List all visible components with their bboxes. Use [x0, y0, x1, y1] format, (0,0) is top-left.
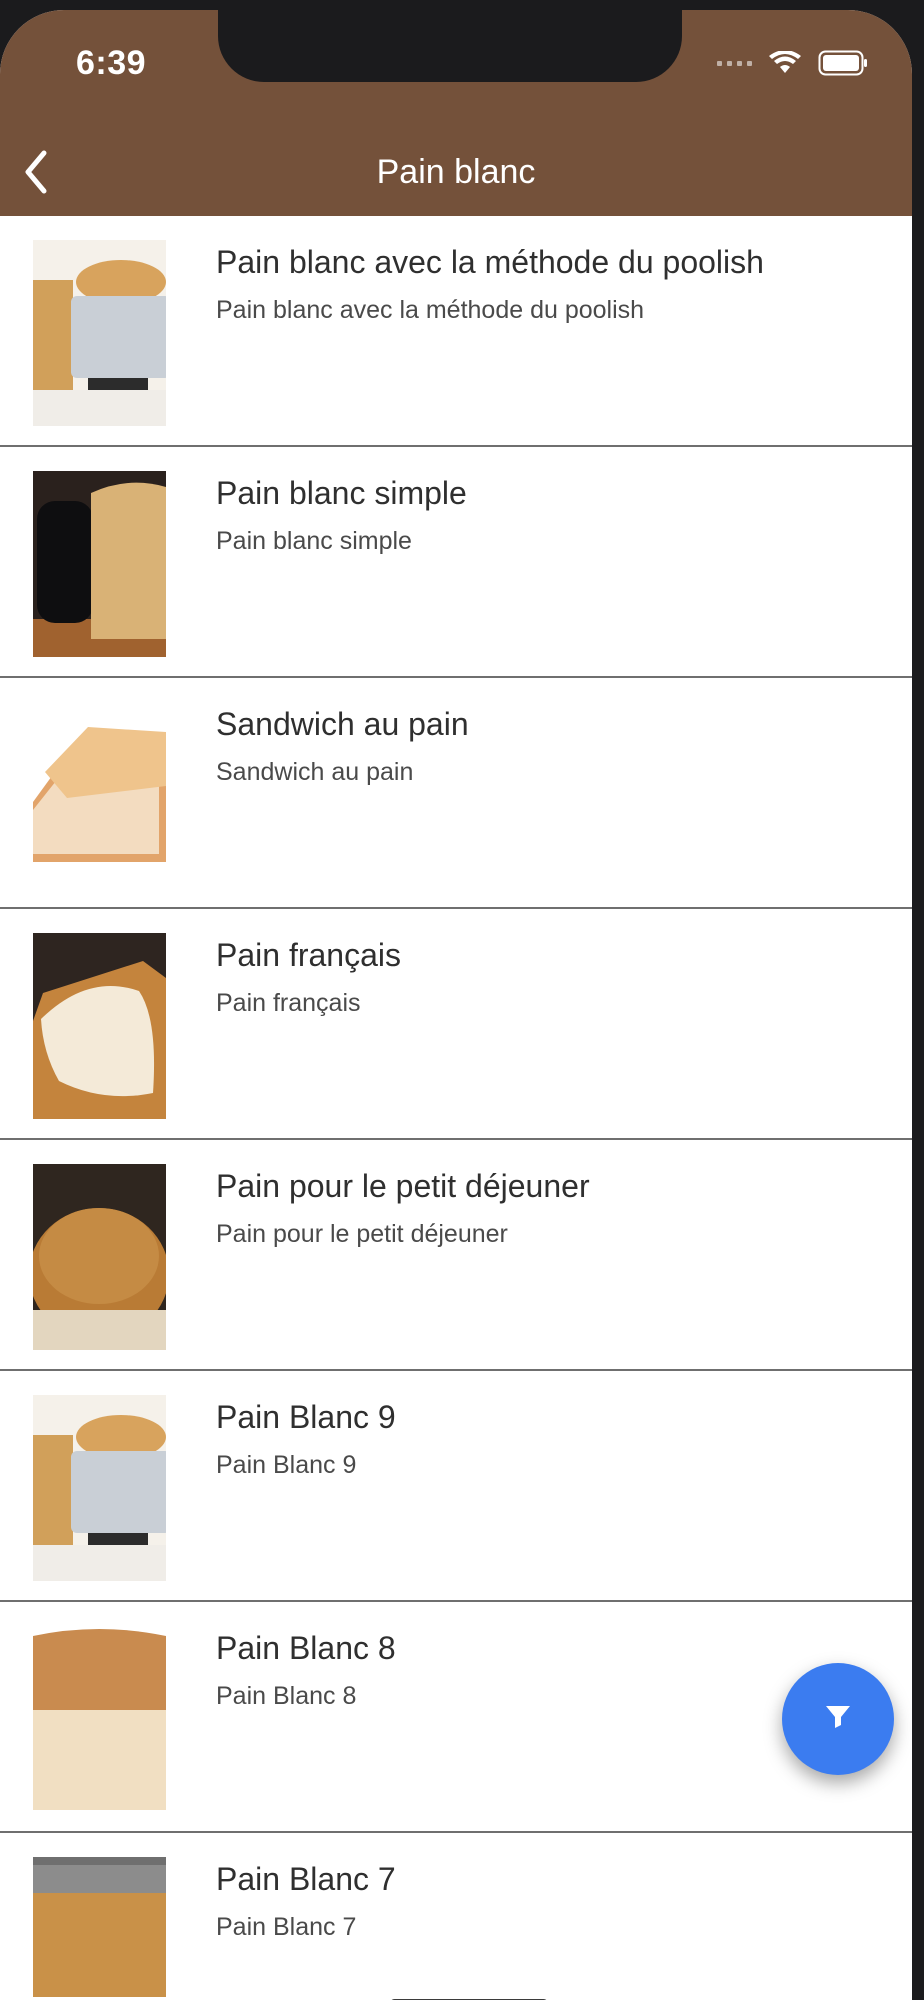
list-item-subtitle: Sandwich au pain: [216, 758, 414, 786]
recipe-thumbnail: [33, 1164, 166, 1350]
app-header: 6:39 Pain blanc: [0, 10, 912, 216]
page-title: Pain blanc: [376, 153, 536, 191]
list-item-subtitle: Pain français: [216, 989, 361, 1017]
status-time: 6:39: [76, 44, 147, 82]
battery-icon: [818, 50, 868, 76]
list-item[interactable]: Pain pour le petit déjeuner Pain pour le…: [0, 1140, 912, 1371]
list-item[interactable]: Pain blanc avec la méthode du poolish Pa…: [0, 216, 912, 447]
list-item-title: Pain Blanc 8: [216, 1630, 396, 1666]
cellular-signal-icon: [717, 60, 752, 66]
list-item-subtitle: Pain Blanc 8: [216, 1682, 357, 1710]
list-item[interactable]: Pain français Pain français: [0, 909, 912, 1140]
status-icons: [717, 50, 868, 76]
list-item-subtitle: Pain Blanc 9: [216, 1451, 357, 1479]
recipe-list: Pain blanc avec la méthode du poolish Pa…: [0, 216, 912, 2000]
list-item-title: Pain Blanc 7: [216, 1861, 396, 1897]
filter-icon: [824, 1703, 852, 1736]
list-item-title: Sandwich au pain: [216, 706, 469, 742]
recipe-thumbnail: [33, 471, 166, 657]
filter-button[interactable]: [782, 1663, 894, 1775]
list-item-title: Pain blanc simple: [216, 475, 467, 511]
list-item-title: Pain blanc avec la méthode du poolish: [216, 244, 764, 280]
recipe-thumbnail: [33, 240, 166, 426]
list-item[interactable]: Pain Blanc 7 Pain Blanc 7: [0, 1833, 912, 2000]
recipe-thumbnail: [33, 933, 166, 1119]
list-item-subtitle: Pain Blanc 7: [216, 1913, 357, 1941]
recipe-thumbnail: [33, 1857, 166, 1997]
list-item[interactable]: Sandwich au pain Sandwich au pain: [0, 678, 912, 909]
screen: 6:39 Pain blanc Pain blanc avec la métho…: [0, 10, 912, 2000]
list-item-subtitle: Pain blanc simple: [216, 527, 412, 555]
recipe-thumbnail: [33, 1395, 166, 1581]
list-item-title: Pain français: [216, 937, 401, 973]
list-item-title: Pain Blanc 9: [216, 1399, 396, 1435]
device-notch: [218, 10, 682, 82]
list-item-title: Pain pour le petit déjeuner: [216, 1168, 590, 1204]
list-item[interactable]: Pain Blanc 8 Pain Blanc 8: [0, 1602, 912, 1833]
recipe-thumbnail: [33, 702, 166, 888]
wifi-icon: [768, 51, 802, 75]
list-item-subtitle: Pain pour le petit déjeuner: [216, 1220, 508, 1248]
list-item[interactable]: Pain Blanc 9 Pain Blanc 9: [0, 1371, 912, 1602]
list-item-subtitle: Pain blanc avec la méthode du poolish: [216, 296, 645, 324]
list-item[interactable]: Pain blanc simple Pain blanc simple: [0, 447, 912, 678]
recipe-thumbnail: [33, 1626, 166, 1812]
